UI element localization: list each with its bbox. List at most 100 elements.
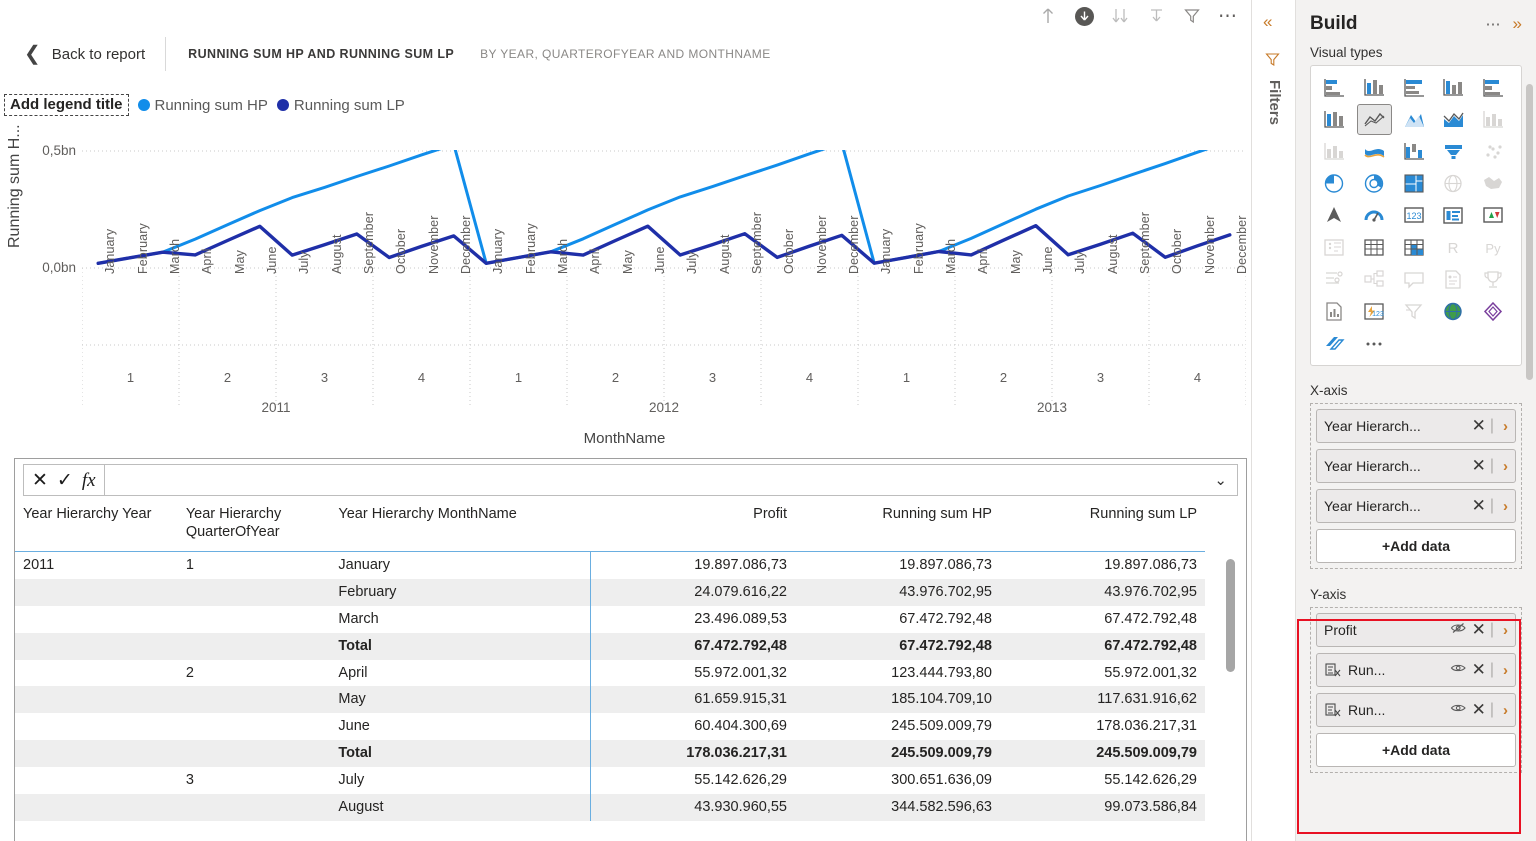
table-column-header[interactable]: Running sum LP bbox=[1000, 499, 1205, 552]
table-row[interactable]: Total67.472.792,4867.472.792,4867.472.79… bbox=[15, 633, 1205, 660]
x-axis-field-pill[interactable]: Year Hierarch...✕|› bbox=[1316, 449, 1516, 483]
multi-row-card-icon[interactable] bbox=[1437, 201, 1470, 230]
y-axis-field-well[interactable]: Profit✕|› Run...✕|› Run...✕|› +Add data bbox=[1310, 607, 1522, 773]
paginated-report-icon[interactable] bbox=[1437, 265, 1470, 294]
filter-icon[interactable] bbox=[1265, 52, 1280, 71]
field-options-icon[interactable]: › bbox=[1503, 498, 1508, 515]
more-options-icon[interactable]: ⋯ bbox=[1217, 4, 1239, 28]
line-chart[interactable]: Running sum H... 0,5bn 0,0bn JanuaryFebr… bbox=[0, 120, 1249, 455]
power-apps-trophy-icon[interactable] bbox=[1477, 265, 1510, 294]
back-to-report-button[interactable]: ❮ Back to report bbox=[24, 44, 145, 64]
y-axis-field-pill[interactable]: Run...✕|› bbox=[1316, 653, 1516, 687]
filter-icon[interactable] bbox=[1181, 4, 1203, 28]
sort-both-descending-icon[interactable] bbox=[1109, 4, 1131, 28]
function-icon[interactable]: fx bbox=[82, 471, 96, 490]
remove-field-icon[interactable]: ✕ bbox=[1472, 620, 1486, 640]
remove-field-icon[interactable]: ✕ bbox=[1472, 660, 1486, 680]
more-options-icon[interactable]: ⋯ bbox=[1486, 15, 1501, 33]
field-options-icon[interactable]: › bbox=[1503, 702, 1508, 719]
azure-map-icon[interactable] bbox=[1318, 201, 1351, 230]
field-options-icon[interactable]: › bbox=[1503, 662, 1508, 679]
table-row[interactable]: March23.496.089,5367.472.792,4867.472.79… bbox=[15, 606, 1205, 633]
filled-map-chart-icon[interactable] bbox=[1477, 169, 1510, 198]
table-column-header[interactable]: Profit bbox=[590, 499, 795, 552]
accept-icon[interactable]: ✓ bbox=[57, 471, 73, 490]
python-visual-icon[interactable]: Py bbox=[1477, 233, 1510, 262]
card-chart-icon[interactable]: 123 bbox=[1398, 201, 1431, 230]
table-row[interactable]: May61.659.915,31185.104.709,10117.631.91… bbox=[15, 686, 1205, 713]
table-row[interactable]: 20111January19.897.086,7319.897.086,7319… bbox=[15, 552, 1205, 579]
table-column-header[interactable]: Year Hierarchy QuarterOfYear bbox=[178, 499, 331, 552]
field-options-icon[interactable]: › bbox=[1503, 458, 1508, 475]
expand-pane-icon[interactable]: » bbox=[1513, 14, 1522, 34]
map-chart-icon[interactable] bbox=[1437, 169, 1470, 198]
treemap-chart-icon[interactable] bbox=[1398, 169, 1431, 198]
stacked-bar-chart-icon[interactable] bbox=[1318, 73, 1351, 102]
filters-pane-label[interactable]: Filters bbox=[1266, 80, 1283, 125]
table-row[interactable]: 2April55.972.001,32123.444.793,8055.972.… bbox=[15, 660, 1205, 687]
x-axis-field-well[interactable]: Year Hierarch...✕|› Year Hierarch...✕|› Ye… bbox=[1310, 403, 1522, 569]
globe-map-icon[interactable] bbox=[1437, 297, 1470, 326]
hide-field-icon[interactable] bbox=[1450, 621, 1467, 639]
100-stacked-bar-chart-icon[interactable] bbox=[1477, 73, 1510, 102]
ribbon-chart-icon[interactable] bbox=[1358, 137, 1391, 166]
legend-item-running-sum-hp[interactable]: Running sum HP bbox=[138, 97, 268, 114]
show-field-icon[interactable] bbox=[1450, 661, 1467, 679]
x-axis-field-pill[interactable]: Year Hierarch...✕|› bbox=[1316, 489, 1516, 523]
sort-descending-filled-icon[interactable] bbox=[1073, 4, 1095, 28]
power-automate-visual-icon[interactable]: 123 bbox=[1358, 297, 1391, 326]
power-apps-visual-icon[interactable] bbox=[1318, 329, 1351, 358]
y-axis-field-pill[interactable]: Profit✕|› bbox=[1316, 613, 1516, 647]
slicer-icon[interactable] bbox=[1318, 233, 1351, 262]
matrix-icon[interactable] bbox=[1398, 233, 1431, 262]
line-chart-icon[interactable] bbox=[1358, 105, 1391, 134]
remove-field-icon[interactable]: ✕ bbox=[1472, 456, 1486, 476]
remove-field-icon[interactable]: ✕ bbox=[1472, 416, 1486, 436]
table-row[interactable]: February24.079.616,2243.976.702,9543.976… bbox=[15, 579, 1205, 606]
show-field-icon[interactable] bbox=[1450, 701, 1467, 719]
area-chart-icon[interactable] bbox=[1398, 105, 1431, 134]
table-column-header[interactable]: Running sum HP bbox=[795, 499, 1000, 552]
table-row[interactable]: August43.930.960,55344.582.596,6399.073.… bbox=[15, 794, 1205, 821]
key-influencers-icon[interactable] bbox=[1318, 265, 1351, 294]
legend-item-running-sum-lp[interactable]: Running sum LP bbox=[277, 97, 405, 114]
stacked-area-chart-icon[interactable] bbox=[1437, 105, 1470, 134]
visual-types-scrollbar[interactable] bbox=[1526, 84, 1533, 380]
scatter-chart-icon[interactable] bbox=[1477, 137, 1510, 166]
pie-chart-icon[interactable] bbox=[1318, 169, 1351, 198]
x-axis-field-pill[interactable]: Year Hierarch...✕|› bbox=[1316, 409, 1516, 443]
add-legend-title-button[interactable]: Add legend title bbox=[4, 94, 129, 116]
gauge-chart-icon[interactable] bbox=[1358, 201, 1391, 230]
smart-filter-icon[interactable] bbox=[1398, 297, 1431, 326]
funnel-chart-icon[interactable] bbox=[1437, 137, 1470, 166]
y-axis-field-pill[interactable]: Run...✕|› bbox=[1316, 693, 1516, 727]
stacked-column-chart-icon[interactable] bbox=[1358, 73, 1391, 102]
table-column-header[interactable]: Year Hierarchy Year bbox=[15, 499, 178, 552]
decomposition-tree-icon[interactable] bbox=[1358, 265, 1391, 294]
y-axis-add-data-button[interactable]: +Add data bbox=[1316, 733, 1516, 767]
clustered-column-chart-icon[interactable] bbox=[1437, 73, 1470, 102]
line-and-clustered-column-chart-icon[interactable] bbox=[1318, 137, 1351, 166]
visio-visual-icon[interactable] bbox=[1477, 297, 1510, 326]
r-script-visual-icon[interactable]: R bbox=[1437, 233, 1470, 262]
table-row[interactable]: Total178.036.217,31245.509.009,79245.509… bbox=[15, 740, 1205, 767]
cancel-icon[interactable]: ✕ bbox=[32, 471, 48, 490]
sort-by-field-icon[interactable] bbox=[1145, 4, 1167, 28]
formula-input[interactable]: ⌄ bbox=[105, 464, 1238, 496]
table-icon[interactable] bbox=[1358, 233, 1391, 262]
remove-field-icon[interactable]: ✕ bbox=[1472, 496, 1486, 516]
line-and-stacked-column-chart-icon[interactable] bbox=[1477, 105, 1510, 134]
x-axis-add-data-button[interactable]: +Add data bbox=[1316, 529, 1516, 563]
sort-ascending-icon[interactable] bbox=[1037, 4, 1059, 28]
table-column-header[interactable]: Year Hierarchy MonthName bbox=[330, 499, 590, 552]
clustered-bar-chart-icon[interactable] bbox=[1398, 73, 1431, 102]
collapse-pane-icon[interactable]: « bbox=[1263, 12, 1272, 32]
paginated-report-file-icon[interactable] bbox=[1318, 297, 1351, 326]
field-options-icon[interactable]: › bbox=[1503, 622, 1508, 639]
100-stacked-column-chart-icon[interactable] bbox=[1318, 105, 1351, 134]
table-row[interactable]: 3July55.142.626,29300.651.636,0955.142.6… bbox=[15, 767, 1205, 794]
qa-visual-icon[interactable] bbox=[1398, 265, 1431, 294]
table-scroll-region[interactable]: Year Hierarchy YearYear Hierarchy Quarte… bbox=[15, 499, 1246, 832]
waterfall-chart-icon[interactable] bbox=[1398, 137, 1431, 166]
donut-chart-icon[interactable] bbox=[1358, 169, 1391, 198]
